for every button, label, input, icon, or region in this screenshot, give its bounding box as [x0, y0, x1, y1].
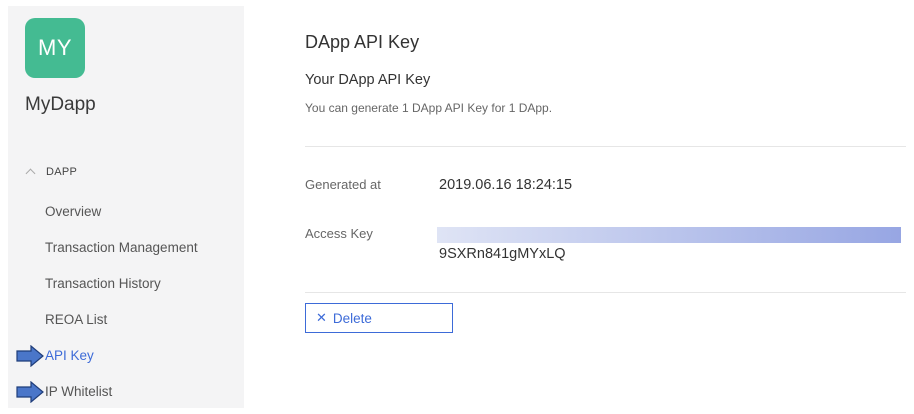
sidebar-item-transaction-management[interactable]: Transaction Management — [45, 240, 198, 255]
sidebar-item-ip-whitelist[interactable]: IP Whitelist — [45, 384, 112, 399]
sidebar: MY MyDapp DAPP Overview Transaction Mana… — [8, 6, 244, 408]
delete-button-label: Delete — [332, 310, 372, 326]
access-key-value[interactable]: 9SXRn841gMYxLQ — [439, 246, 566, 262]
pointer-arrow-icon — [16, 381, 44, 403]
section-header-label: DAPP — [46, 166, 78, 178]
access-key-highlight — [437, 227, 901, 243]
sidebar-section-dapp[interactable]: DAPP — [25, 166, 78, 179]
sidebar-item-overview[interactable]: Overview — [45, 204, 101, 219]
app-logo: MY — [25, 18, 85, 78]
app-name: MyDapp — [25, 94, 96, 115]
sidebar-item-api-key[interactable]: API Key — [45, 348, 94, 363]
sidebar-item-transaction-history[interactable]: Transaction History — [45, 276, 161, 291]
generated-at-label: Generated at — [305, 177, 381, 192]
divider — [305, 146, 906, 147]
section-title: Your DApp API Key — [305, 72, 431, 88]
delete-button[interactable]: ✕ Delete — [305, 303, 453, 333]
sidebar-item-reoa-list[interactable]: REOA List — [45, 312, 107, 327]
chevron-up-icon — [25, 168, 36, 179]
generated-at-value: 2019.06.16 18:24:15 — [439, 177, 573, 193]
section-description: You can generate 1 DApp API Key for 1 DA… — [305, 101, 553, 115]
access-key-label: Access Key — [305, 226, 373, 241]
divider — [305, 292, 906, 293]
page-title: DApp API Key — [305, 32, 420, 52]
pointer-arrow-icon — [16, 345, 44, 367]
close-icon: ✕ — [316, 310, 327, 325]
